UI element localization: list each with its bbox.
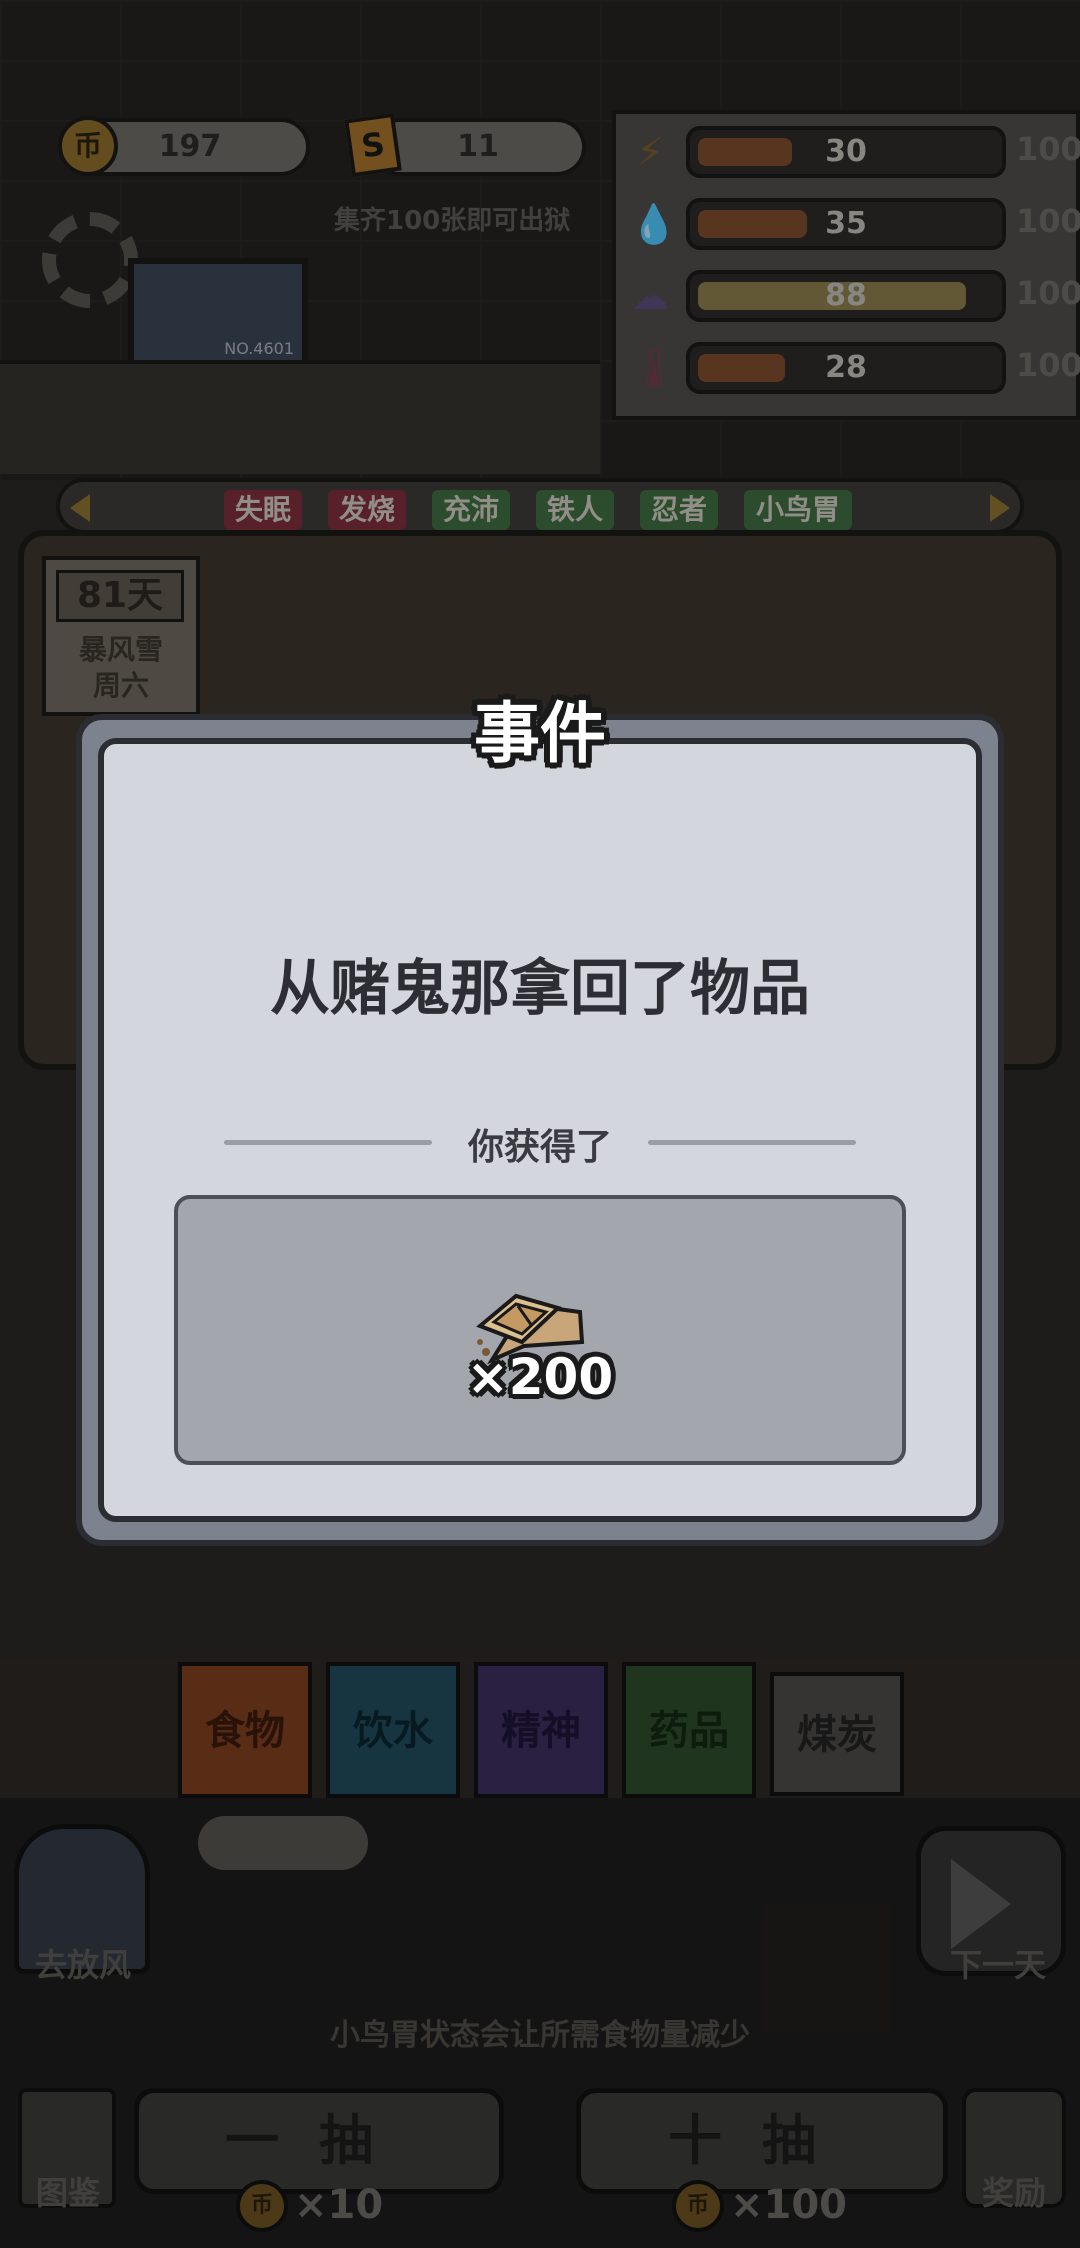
reward-label: 你获得了 — [467, 1127, 612, 1168]
reward-quantity: ×200 — [466, 1348, 614, 1406]
divider-right — [648, 1140, 856, 1145]
dialog-title: 事件 — [474, 695, 606, 772]
event-description: 从赌鬼那拿回了物品 — [270, 954, 810, 1024]
